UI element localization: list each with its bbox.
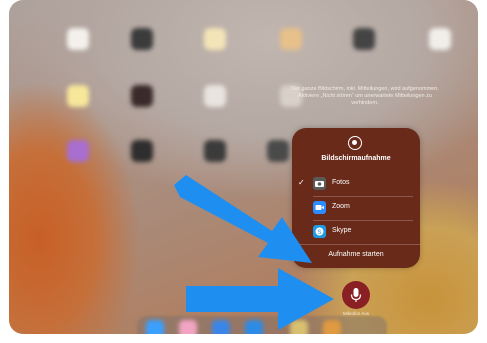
app-icon <box>280 28 302 50</box>
option-label: Fotos <box>332 179 350 186</box>
microphone-icon <box>350 288 362 302</box>
app-icon <box>267 140 289 162</box>
microphone-button[interactable] <box>342 281 370 309</box>
annotation-arrow-horizontal <box>186 268 334 330</box>
app-icon <box>204 140 226 162</box>
panel-title: Bildschirmaufnahme <box>321 155 391 162</box>
app-icon <box>67 140 89 162</box>
option-label: Zoom <box>332 203 350 210</box>
app-icon <box>67 85 89 107</box>
app-icon <box>131 28 153 50</box>
app-icon <box>204 28 226 50</box>
option-label: Skype <box>332 227 352 234</box>
app-icon <box>131 85 153 107</box>
microphone-label: Mikrofon Aus <box>342 311 369 316</box>
app-icon <box>204 85 226 107</box>
recording-hint-text: Der ganze Bildschirm, inkl. Mitteilungen… <box>291 86 439 106</box>
app-icon <box>353 28 375 50</box>
app-icon <box>429 28 451 50</box>
app-icon <box>67 28 89 50</box>
app-icon <box>131 140 153 162</box>
record-icon <box>348 136 362 150</box>
dock-app-icon <box>146 320 164 334</box>
annotation-arrow-diagonal <box>174 175 312 263</box>
